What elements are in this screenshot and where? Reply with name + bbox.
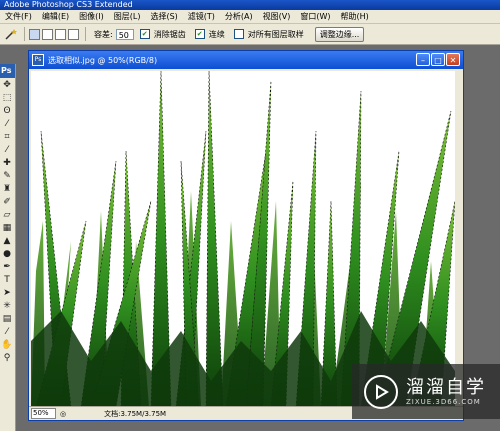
watermark-url: ZIXUE.3D66.COM: [406, 397, 481, 406]
shape-tool-icon[interactable]: ✳: [0, 299, 14, 312]
menu-layer[interactable]: 图层(L): [109, 11, 146, 22]
blur-tool-icon[interactable]: ▲: [0, 234, 14, 247]
healing-brush-icon[interactable]: ✚: [0, 156, 14, 169]
gradient-tool-icon[interactable]: ▦: [0, 221, 14, 234]
menu-filter[interactable]: 滤镜(T): [183, 11, 220, 22]
clone-stamp-icon[interactable]: ♜: [0, 182, 14, 195]
slice-tool-icon[interactable]: ⁄: [0, 143, 14, 156]
toolbox: Ps ✥ ⬚ ʘ ⁄ ⌗ ⁄ ✚ ✎ ♜ ✐ ▱ ▦ ▲ ● ✒ T ➤ ✳ ▤…: [0, 64, 16, 431]
doc-size-info: 文档:3.75M/3.75M: [104, 409, 167, 418]
intersect-selection-button[interactable]: [68, 28, 79, 40]
ps-document-icon: Ps: [32, 54, 44, 66]
marquee-tool-icon[interactable]: ⬚: [0, 91, 14, 104]
new-selection-button[interactable]: [29, 28, 40, 40]
watermark-brand: 溜溜自学: [406, 376, 486, 398]
menu-view[interactable]: 视图(V): [258, 11, 296, 22]
type-tool-icon[interactable]: T: [0, 273, 14, 286]
vertical-scrollbar[interactable]: [455, 71, 462, 407]
dodge-tool-icon[interactable]: ●: [0, 247, 14, 260]
all-layers-label: 对所有图层取样: [247, 29, 304, 39]
maximize-button[interactable]: □: [431, 53, 445, 66]
hand-tool-icon[interactable]: ✋: [0, 338, 14, 351]
app-title-bar: Adobe Photoshop CS3 Extended: [0, 0, 500, 10]
divider: [85, 27, 86, 41]
image-canvas[interactable]: [31, 71, 455, 407]
document-title: 选取相似.jpg @ 50%(RGB/8): [48, 55, 158, 65]
magic-wand-tool-icon[interactable]: ⁄: [0, 117, 14, 130]
document-title-bar[interactable]: Ps 选取相似.jpg @ 50%(RGB/8) – □ ✕: [29, 51, 463, 69]
contiguous-label: 连续: [208, 29, 225, 39]
antialias-label: 消除锯齿: [153, 29, 186, 39]
menu-select[interactable]: 选择(S): [145, 11, 182, 22]
eraser-tool-icon[interactable]: ▱: [0, 208, 14, 221]
window-controls: – □ ✕: [415, 53, 460, 66]
lasso-tool-icon[interactable]: ʘ: [0, 104, 14, 117]
play-logo-icon: [364, 374, 398, 409]
menu-image[interactable]: 图像(I): [74, 11, 109, 22]
zoom-tool-icon[interactable]: ⚲: [0, 351, 14, 364]
move-tool-icon[interactable]: ✥: [0, 78, 14, 91]
zoom-field[interactable]: 50%: [31, 408, 56, 419]
ps-badge: Ps: [0, 64, 15, 78]
menu-analysis[interactable]: 分析(A): [220, 11, 258, 22]
crop-tool-icon[interactable]: ⌗: [0, 130, 14, 143]
add-to-selection-button[interactable]: [42, 28, 53, 40]
pen-tool-icon[interactable]: ✒: [0, 260, 14, 273]
grass-image: [31, 71, 455, 407]
all-layers-checkbox[interactable]: [233, 29, 244, 39]
watermark: 溜溜自学 ZIXUE.3D66.COM: [352, 364, 500, 419]
notes-tool-icon[interactable]: ▤: [0, 312, 14, 325]
contiguous-checkbox[interactable]: ✔: [194, 29, 205, 39]
tolerance-input[interactable]: 50: [115, 28, 134, 40]
menu-bar: 文件(F) 编辑(E) 图像(I) 图层(L) 选择(S) 滤镜(T) 分析(A…: [0, 10, 500, 24]
menu-file[interactable]: 文件(F): [0, 11, 37, 22]
refine-edge-button[interactable]: 调整边缘...: [314, 26, 365, 42]
tolerance-label: 容差:: [94, 29, 113, 39]
magic-wand-tool-preset[interactable]: [2, 26, 20, 42]
close-button[interactable]: ✕: [446, 53, 460, 66]
history-brush-icon[interactable]: ✐: [0, 195, 14, 208]
menu-help[interactable]: 帮助(H): [336, 11, 374, 22]
menu-edit[interactable]: 编辑(E): [37, 11, 74, 22]
eyedropper-icon[interactable]: ⁄: [0, 325, 14, 338]
path-select-icon[interactable]: ➤: [0, 286, 14, 299]
subtract-from-selection-button[interactable]: [55, 28, 66, 40]
minimize-button[interactable]: –: [416, 53, 430, 66]
antialias-checkbox[interactable]: ✔: [139, 29, 150, 39]
magic-wand-icon: [5, 29, 17, 40]
brush-tool-icon[interactable]: ✎: [0, 169, 14, 182]
watermark-text: 溜溜自学 ZIXUE.3D66.COM: [406, 376, 486, 406]
app-title: Adobe Photoshop CS3 Extended: [4, 0, 133, 9]
menu-window[interactable]: 窗口(W): [295, 11, 335, 22]
options-bar: 容差: 50 ✔ 消除锯齿 ✔ 连续 对所有图层取样 调整边缘...: [0, 24, 500, 45]
divider: [24, 27, 25, 41]
status-menu-icon[interactable]: ◎: [60, 410, 66, 418]
